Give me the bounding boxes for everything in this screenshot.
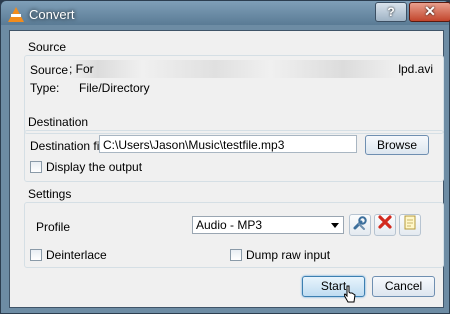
destination-group-title: Destination: [28, 115, 89, 129]
type-value: File/Directory: [79, 81, 150, 95]
settings-group-title: Settings: [28, 187, 72, 201]
type-label: Type:: [30, 81, 60, 95]
convert-dialog: Convert ? ✕ Source Source: ; For lpd.avi…: [0, 0, 450, 314]
profile-select-value: Audio - MP3: [196, 218, 263, 232]
source-path-start: ; For: [69, 62, 94, 76]
window-title: Convert: [29, 7, 75, 22]
help-button[interactable]: ?: [375, 2, 407, 22]
wrench-icon: [353, 216, 367, 230]
vlc-cone-icon: [8, 7, 24, 22]
dump-raw-checkbox[interactable]: [230, 249, 242, 261]
hand-cursor-icon: [344, 285, 356, 303]
deinterlace-label: Deinterlace: [46, 248, 107, 262]
edit-profile-button[interactable]: [349, 214, 371, 236]
source-path-value: ; For lpd.avi: [69, 60, 435, 78]
new-profile-button[interactable]: [399, 214, 421, 236]
new-profile-icon: [404, 215, 416, 230]
source-label: Source:: [30, 63, 72, 77]
destination-file-input[interactable]: C:\Users\Jason\Music\testfile.mp3: [99, 135, 357, 153]
delete-x-icon: [378, 215, 392, 229]
dump-raw-label: Dump raw input: [246, 248, 331, 262]
delete-profile-button[interactable]: [374, 214, 396, 236]
cancel-button[interactable]: Cancel: [372, 276, 435, 297]
profile-label: Profile: [36, 220, 71, 234]
deinterlace-checkbox[interactable]: [30, 249, 42, 261]
profile-select[interactable]: Audio - MP3: [192, 216, 344, 234]
chevron-down-icon: [331, 223, 339, 228]
source-path-end: lpd.avi: [398, 62, 433, 76]
dialog-body: Source Source: ; For lpd.avi Type: File/…: [9, 30, 444, 308]
browse-button[interactable]: Browse: [365, 135, 429, 155]
close-button[interactable]: ✕: [409, 2, 450, 22]
display-output-checkbox[interactable]: [30, 161, 42, 173]
display-output-label: Display the output: [46, 160, 143, 174]
source-group-title: Source: [28, 40, 67, 54]
title-bar[interactable]: Convert ? ✕: [1, 1, 450, 29]
